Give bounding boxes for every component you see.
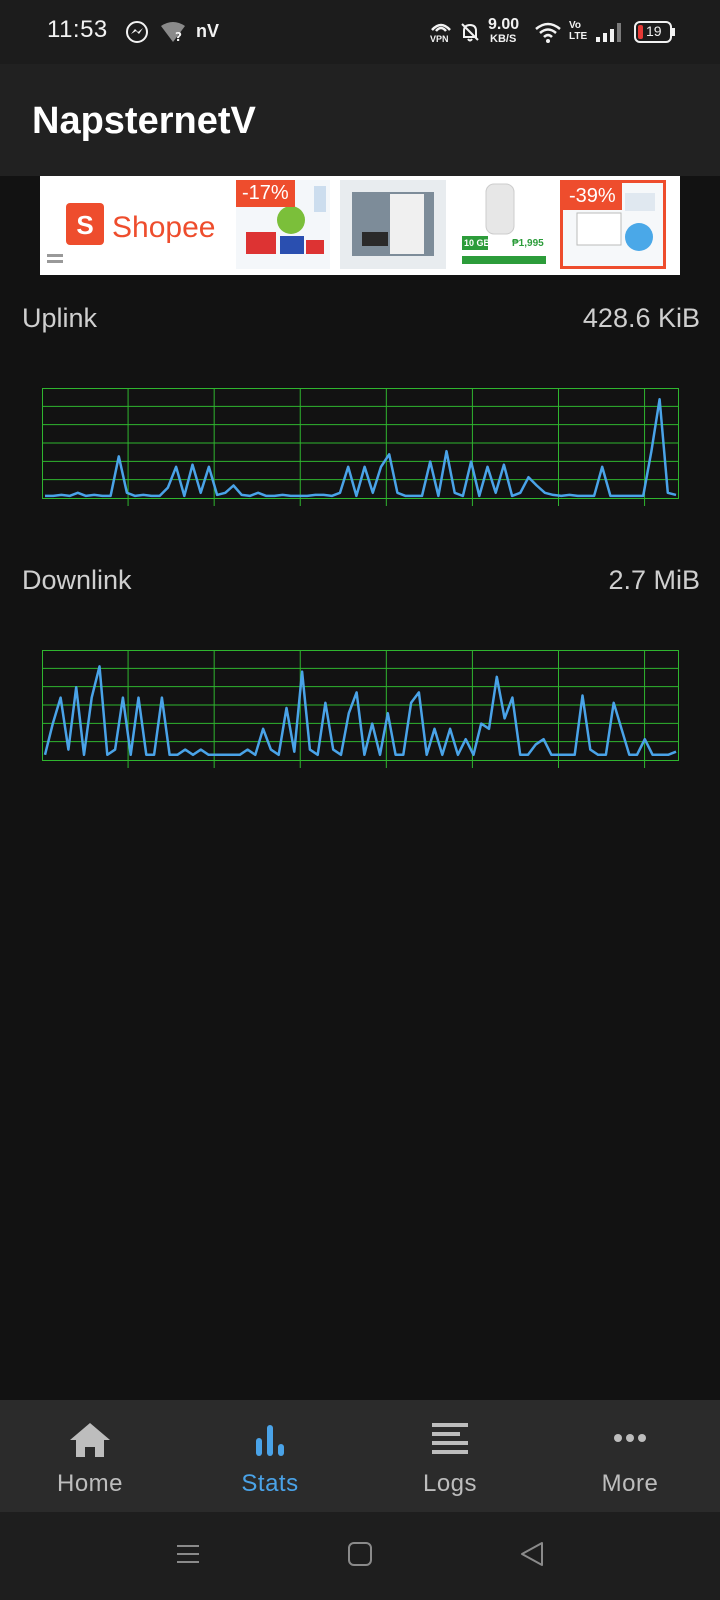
nav-stats[interactable]: Stats bbox=[180, 1400, 360, 1512]
stats-icon bbox=[256, 1425, 284, 1456]
ad-banner[interactable]: S Shopee -17% 10 GB ₱1,995 -39% bbox=[40, 176, 680, 275]
wifi-question-icon: ? bbox=[161, 22, 185, 44]
nav-more[interactable]: More bbox=[540, 1400, 720, 1512]
ad-product-price: ₱1,995 bbox=[512, 238, 544, 249]
ad-product-lte-router[interactable]: -39% bbox=[560, 180, 666, 269]
downlink-chart bbox=[42, 650, 679, 768]
uplink-label: Uplink bbox=[22, 303, 98, 333]
messenger-icon bbox=[126, 21, 148, 43]
app-badge: nV bbox=[196, 21, 220, 41]
nav-home-label: Home bbox=[56, 1470, 124, 1497]
nav-more-label: More bbox=[601, 1470, 659, 1497]
discount-badge: -39% bbox=[563, 183, 622, 210]
downlink-value: 2.7 MiB bbox=[608, 565, 700, 595]
recents-icon[interactable] bbox=[174, 1540, 202, 1568]
shopee-brand-text: Shopee bbox=[112, 211, 216, 244]
net-speed-unit: KB/S bbox=[490, 33, 517, 45]
ad-product-sim-cards[interactable]: -17% bbox=[236, 180, 330, 269]
home-icon bbox=[70, 1423, 110, 1457]
discount-badge: -17% bbox=[236, 180, 295, 207]
system-nav-bar bbox=[0, 1512, 720, 1600]
shopee-bag-icon: S bbox=[66, 203, 104, 245]
battery-level: 19 bbox=[646, 23, 662, 39]
nav-home[interactable]: Home bbox=[0, 1400, 180, 1512]
nav-logs-label: Logs bbox=[422, 1470, 478, 1497]
status-bar: 11:53 ? nV VPN 9.00 KB/S Vo LTE 19 bbox=[0, 0, 720, 64]
net-speed-value: 9.00 bbox=[488, 16, 520, 33]
svg-text:?: ? bbox=[175, 30, 182, 44]
volte-label: Vo LTE bbox=[569, 20, 588, 42]
uplink-chart bbox=[42, 388, 679, 506]
bottom-navigation: Home Stats Logs More bbox=[0, 1400, 720, 1512]
status-time: 11:53 bbox=[47, 16, 108, 43]
more-icon bbox=[614, 1434, 646, 1442]
ad-product-data: 10 GB bbox=[464, 238, 491, 248]
app-title: NapsternetV bbox=[32, 100, 256, 142]
app-bar: NapsternetV bbox=[0, 64, 720, 176]
uplink-value: 428.6 KiB bbox=[582, 303, 700, 333]
signal-icon bbox=[596, 23, 621, 42]
home-button-icon[interactable] bbox=[346, 1540, 374, 1568]
ad-product-home-wifi[interactable]: 10 GB ₱1,995 bbox=[452, 180, 558, 269]
logs-icon bbox=[432, 1423, 468, 1454]
downlink-label: Downlink bbox=[22, 565, 132, 595]
ad-menu-icon[interactable] bbox=[47, 254, 63, 266]
back-icon[interactable] bbox=[518, 1540, 546, 1568]
wifi-icon bbox=[535, 22, 561, 43]
ad-product-router-box[interactable] bbox=[340, 180, 446, 269]
mute-bell-icon bbox=[461, 23, 479, 42]
nav-logs[interactable]: Logs bbox=[360, 1400, 540, 1512]
nav-stats-label: Stats bbox=[241, 1470, 299, 1497]
chart-series-line bbox=[45, 397, 677, 498]
vpn-label: VPN bbox=[430, 34, 449, 44]
shopee-logo[interactable]: S Shopee bbox=[40, 176, 232, 275]
